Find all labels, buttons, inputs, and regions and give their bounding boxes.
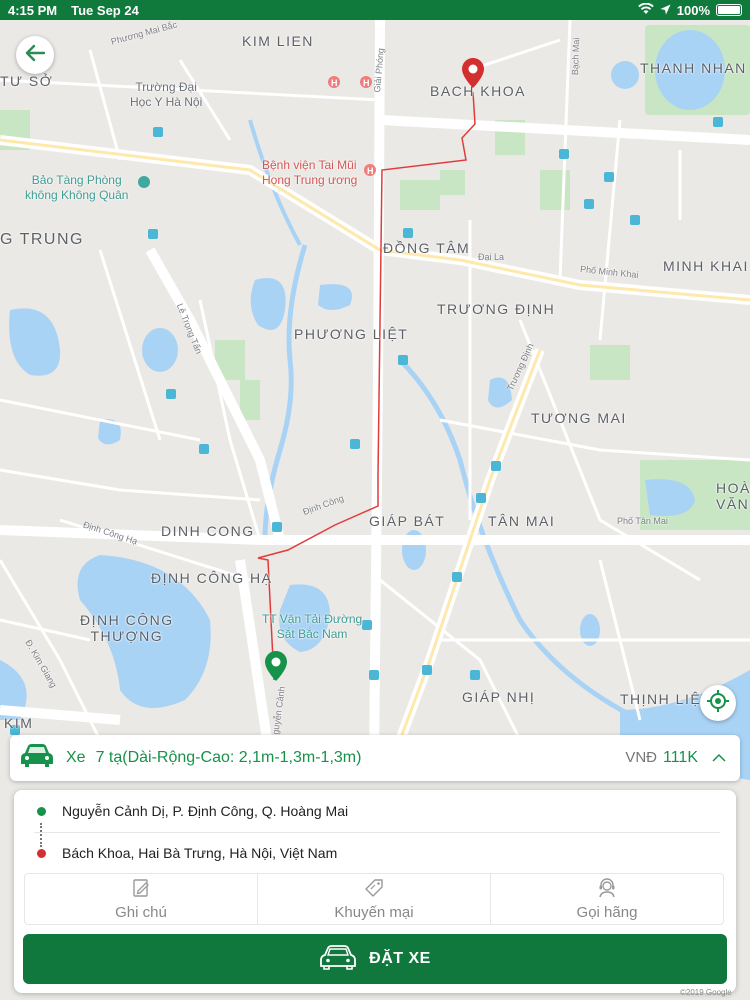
svg-text:H: H — [367, 166, 374, 176]
status-time: 4:15 PM — [8, 2, 58, 18]
map-label-tuong-mai: TƯƠNG MAI — [531, 410, 627, 426]
origin-address[interactable]: Nguyễn Cảnh Dị, P. Định Công, Q. Hoàng M… — [62, 803, 348, 819]
promotion-button[interactable]: Khuyến mại — [257, 874, 490, 924]
battery-percent: 100% — [676, 2, 710, 18]
chevron-up-icon[interactable] — [708, 747, 730, 769]
vehicle-text: Xe 7 tạ(Dài-Rộng-Cao: 2,1m-1,3m-1,3m) — [66, 749, 361, 767]
map-label-dong-tam: ĐỒNG TÂM — [383, 240, 471, 256]
street-label-dai-la: Đại La — [478, 252, 505, 262]
svg-text:H: H — [331, 78, 338, 88]
call-company-button[interactable]: Gọi hãng — [490, 874, 723, 924]
map-label-minh-khai: MINH KHAI — [663, 258, 749, 274]
svg-text:H: H — [363, 78, 370, 88]
wifi-icon — [637, 2, 654, 18]
map-label-giap-bat: GIÁP BÁT — [369, 513, 446, 529]
tag-icon — [364, 878, 384, 902]
route-card: Nguyễn Cảnh Dị, P. Định Công, Q. Hoàng M… — [14, 790, 736, 993]
map-label-thinh-liet: THỊNH LIỆT — [620, 691, 712, 707]
back-button[interactable] — [16, 36, 54, 74]
route-connector — [40, 823, 42, 847]
map-label-giap-nhi: GIÁP NHỊ — [462, 689, 536, 705]
promotion-label: Khuyến mại — [334, 903, 414, 921]
car-icon — [20, 743, 54, 774]
street-label-pho-tan-mai: Phố Tân Mai — [617, 516, 668, 526]
origin-pin-icon — [265, 651, 287, 686]
status-date: Tue Sep 24 — [71, 2, 139, 18]
note-icon — [131, 878, 151, 902]
map-label-phuong-liet: PHƯƠNG LIỆT — [294, 326, 409, 342]
book-ride-label: ĐẶT XE — [369, 950, 431, 967]
street-label-bach-mai: Bạch Mai — [570, 37, 582, 76]
destination-address[interactable]: Bách Khoa, Hai Bà Trưng, Hà Nội, Việt Na… — [62, 845, 337, 861]
map-label-dinh-cong-thuong: ĐỊNH CÔNG THƯỢNG — [80, 612, 174, 644]
call-company-label: Gọi hãng — [576, 903, 638, 921]
support-agent-icon — [597, 877, 617, 902]
map-label-thanh-nhan: THANH NHAN — [640, 60, 747, 76]
arrow-left-icon — [24, 44, 46, 67]
map-label-kim-lien: KIM LIEN — [242, 33, 314, 49]
vehicle-label: Xe — [66, 749, 86, 766]
note-button[interactable]: Ghi chú — [25, 874, 257, 924]
map-label-ng-trung: G TRUNG — [0, 231, 84, 248]
battery-icon — [716, 4, 742, 16]
map-label-hoang-van-thu: HOÀ VĂN T — [716, 480, 750, 512]
location-arrow-icon — [660, 3, 671, 18]
destination-pin-icon — [462, 58, 484, 93]
map-label-truong-dinh: TRƯƠNG ĐỊNH — [437, 301, 556, 317]
map-label-tt-van-tai: TT Vận Tải Đường Sắt Bắc Nam — [262, 612, 363, 641]
price-amount: 111K — [663, 749, 698, 766]
map-copyright: ©2019 Google — [680, 988, 732, 997]
map-label-bao-tang: Bảo Tàng Phòng không Không Quân — [25, 173, 129, 202]
map-label-tu-so: TƯ SỞ — [0, 73, 54, 89]
price-currency: VNĐ — [625, 749, 657, 766]
action-row: Ghi chú Khuyến mại Gọi hãng — [24, 873, 724, 925]
vehicle-selector[interactable]: Xe 7 tạ(Dài-Rộng-Cao: 2,1m-1,3m-1,3m) VNĐ… — [10, 735, 740, 781]
crosshair-icon — [706, 689, 730, 718]
vehicle-description: 7 tạ(Dài-Rộng-Cao: 2,1m-1,3m-1,3m) — [95, 749, 362, 766]
note-label: Ghi chú — [115, 903, 167, 921]
book-ride-button[interactable]: ĐẶT XE — [23, 934, 727, 984]
my-location-button[interactable] — [700, 685, 736, 721]
map-label-benh-vien: Bệnh viện Tai Mũi Họng Trung ương — [262, 158, 358, 187]
destination-dot-icon — [37, 849, 46, 858]
map-label-truong-dai-hoc: Trường Đại Học Y Hà Nội — [130, 80, 203, 109]
status-bar: 4:15 PM Tue Sep 24 100% — [0, 0, 750, 20]
divider — [34, 832, 720, 833]
car-outline-icon — [319, 944, 357, 975]
map-label-tan-mai: TÂN MAI — [488, 513, 556, 529]
price: VNĐ 111K — [625, 749, 698, 767]
map-label-dinh-cong-ha: ĐỊNH CÔNG HẠ — [151, 570, 273, 586]
map-label-kim: KIM — [4, 715, 34, 731]
origin-dot-icon — [37, 807, 46, 816]
map-label-dinh-cong: DINH CONG — [161, 523, 255, 539]
